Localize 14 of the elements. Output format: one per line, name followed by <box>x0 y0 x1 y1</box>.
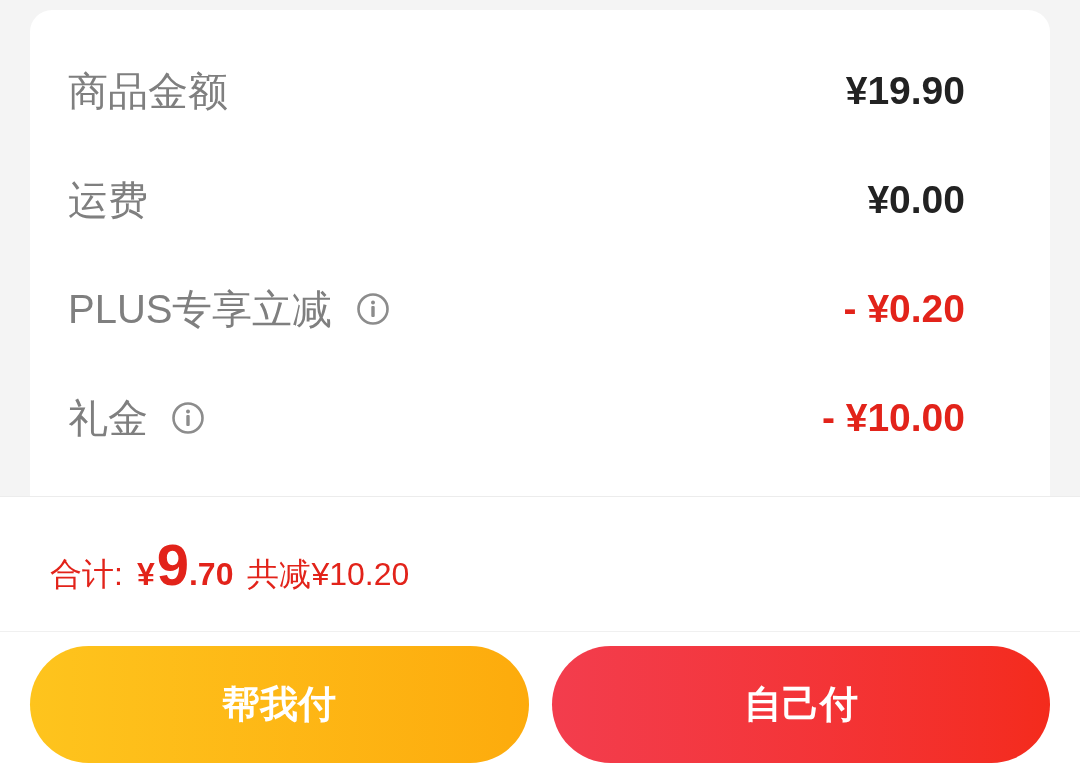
info-icon[interactable] <box>172 401 204 434</box>
row-label: 礼金 <box>68 397 148 438</box>
row-label: PLUS专享立减 <box>68 288 333 329</box>
row-amount: - ¥10.00 <box>821 398 965 437</box>
total-amount: ¥9.70 <box>136 530 234 599</box>
row-amount: - ¥0.20 <box>843 289 965 328</box>
row-label: 商品金额 <box>68 70 228 111</box>
discount-total: 共减¥10.20 <box>247 554 410 594</box>
row-amount: ¥19.90 <box>845 71 965 110</box>
total-label: 合计: <box>50 554 123 594</box>
pay-button[interactable]: 自己付 <box>551 645 1050 763</box>
row-amount: ¥0.00 <box>867 180 965 219</box>
info-icon[interactable] <box>356 292 389 325</box>
row-label: 运费 <box>68 179 148 220</box>
